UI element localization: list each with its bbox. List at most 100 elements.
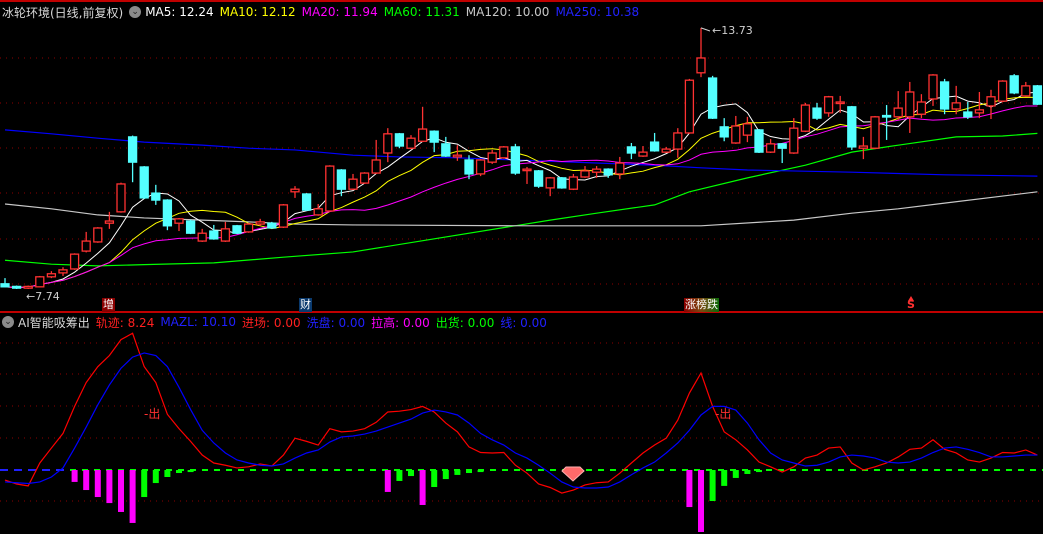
candle-up xyxy=(661,148,671,153)
candle-up xyxy=(23,285,33,289)
candle-up xyxy=(858,145,869,149)
candle-up xyxy=(580,170,590,178)
histogram-bar xyxy=(176,470,182,474)
candle-down xyxy=(139,166,149,199)
candle-down xyxy=(1032,85,1043,105)
histogram-bar xyxy=(152,470,159,484)
indicator-value: 线: 0.00 xyxy=(500,315,547,330)
indicator-value: 拉高: 0.00 xyxy=(371,315,430,330)
candle-up xyxy=(197,232,207,242)
candle-up xyxy=(348,178,358,190)
candle-up xyxy=(742,123,753,136)
candle-down xyxy=(394,133,405,147)
candle-down xyxy=(209,230,219,240)
candle-up xyxy=(974,109,985,114)
ma10-label: MA10: 12.12 xyxy=(219,5,296,19)
candle-up xyxy=(568,176,579,190)
histogram-bar xyxy=(466,470,472,474)
candle-down xyxy=(185,220,196,234)
histogram-bar xyxy=(698,470,704,533)
event-tag-limit-list[interactable]: 涨榜跌 xyxy=(684,298,719,312)
histogram-bar xyxy=(187,470,194,473)
candle-up xyxy=(487,152,497,163)
candle-up xyxy=(893,107,903,118)
candle-down xyxy=(649,141,660,152)
ma10-line xyxy=(4,96,1038,288)
histogram-bar xyxy=(721,470,728,486)
candle-up xyxy=(46,273,57,278)
candle-up xyxy=(615,162,625,175)
candle-up xyxy=(35,276,45,288)
candle-down xyxy=(1009,75,1019,94)
event-tag-cai[interactable]: 财 xyxy=(299,298,312,312)
indicator-value: 进场: 0.00 xyxy=(242,315,301,330)
candle-up xyxy=(220,228,231,242)
candle-down xyxy=(533,170,544,187)
candle-up xyxy=(800,104,811,132)
histogram-bar xyxy=(732,470,739,478)
candle-up xyxy=(58,269,68,274)
candle-up xyxy=(475,159,486,175)
candle-down xyxy=(510,146,521,174)
candle-down xyxy=(232,225,242,234)
candle-down xyxy=(267,222,277,229)
histogram-bar xyxy=(164,470,171,477)
candle-up xyxy=(81,240,91,252)
candle-up xyxy=(789,127,799,154)
chevron-down-icon[interactable]: ⌄ xyxy=(2,316,14,328)
candle-up xyxy=(116,183,126,213)
candle-up xyxy=(255,221,265,225)
candle-up xyxy=(452,154,463,158)
histogram-bar xyxy=(71,470,78,482)
high-price-label: ←13.73 xyxy=(712,24,753,37)
histogram-bar xyxy=(118,470,124,512)
candle-down xyxy=(151,192,161,201)
histogram-bar xyxy=(396,470,403,481)
candle-up xyxy=(69,253,80,270)
chart-title: 冰轮环境(日线,前复权) xyxy=(2,5,124,20)
candle-up xyxy=(673,132,683,150)
candle-down xyxy=(847,106,857,148)
candle-up xyxy=(243,223,254,233)
candle-down xyxy=(754,129,764,153)
diamond-icon xyxy=(561,466,585,482)
histogram-bar xyxy=(141,470,148,498)
indicator-value: 轨迹: 8.24 xyxy=(95,315,155,330)
high-marker xyxy=(700,27,711,32)
histogram-bar xyxy=(419,470,426,505)
candle-up xyxy=(545,177,555,189)
candle-down xyxy=(777,143,787,149)
stock-chart[interactable] xyxy=(0,0,1043,534)
candle-down xyxy=(441,143,451,157)
candle-up xyxy=(835,101,845,105)
histogram-bar xyxy=(408,470,414,477)
histogram-bar xyxy=(129,470,136,523)
histogram-bar xyxy=(756,470,762,473)
ma5-line xyxy=(4,91,1038,288)
indicator-value: 出货: 0.00 xyxy=(435,315,495,330)
candle-up xyxy=(383,133,393,154)
candle-up xyxy=(406,137,416,149)
candle-up xyxy=(499,146,509,159)
indicator-value: 洗盘: 0.00 xyxy=(306,315,366,330)
indicator-header: ⌄ AI智能吸筹出 轨迹: 8.24 MAZL: 10.10 进场: 0.00 … xyxy=(2,313,553,331)
candle-up xyxy=(870,116,880,149)
exit-signal-label: -出 xyxy=(715,407,732,421)
histogram-bar xyxy=(744,470,751,474)
candle-down xyxy=(429,130,439,143)
candle-up xyxy=(684,79,695,134)
candle-up xyxy=(997,80,1008,102)
ma60-label: MA60: 11.31 xyxy=(383,5,460,19)
low-price-label: ←7.74 xyxy=(26,290,60,303)
candle-up xyxy=(359,172,370,184)
chevron-down-icon[interactable]: ⌄ xyxy=(129,6,142,18)
event-tag-zeng[interactable]: 增 xyxy=(102,298,115,312)
candle-up xyxy=(278,204,289,228)
candle-up xyxy=(371,159,381,174)
candle-down xyxy=(707,77,718,119)
candle-down xyxy=(626,146,637,154)
candle-up xyxy=(731,125,741,144)
candle-up xyxy=(522,168,532,172)
candle-up xyxy=(765,143,776,153)
histogram-bar xyxy=(709,470,716,502)
